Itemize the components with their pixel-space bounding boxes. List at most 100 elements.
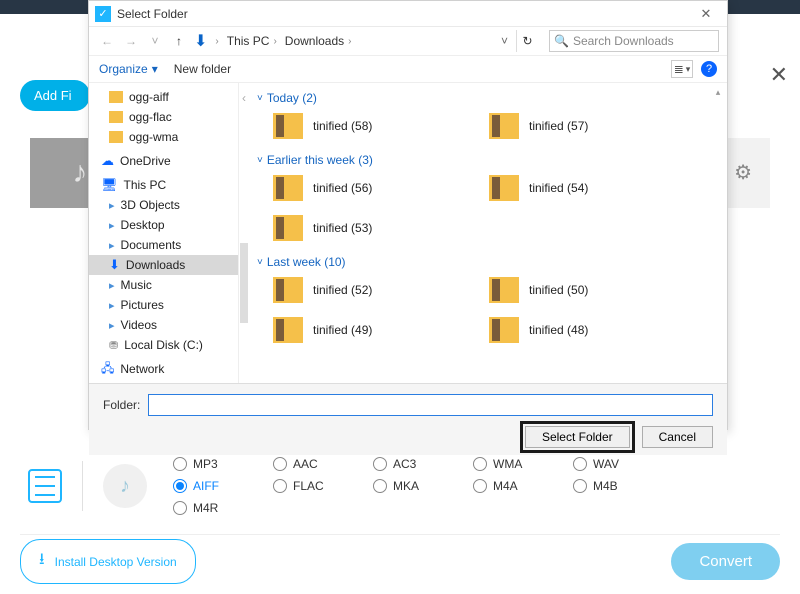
tree-item[interactable]: ▸Documents bbox=[89, 235, 238, 255]
tree-item[interactable]: 🖧Network bbox=[89, 359, 238, 379]
install-desktop-button[interactable]: ⭳ Install Desktop Version bbox=[20, 539, 196, 584]
format-option-m4b[interactable]: M4B bbox=[573, 479, 645, 493]
radio-icon bbox=[573, 479, 587, 493]
add-files-button[interactable]: Add Fi bbox=[20, 80, 90, 111]
folder-label: Folder: bbox=[103, 398, 140, 412]
radio-icon bbox=[573, 457, 587, 471]
help-icon[interactable]: ? bbox=[701, 61, 717, 77]
search-placeholder: Search Downloads bbox=[573, 34, 674, 48]
folder-name-input[interactable] bbox=[148, 394, 713, 416]
folder-item[interactable]: tinified (57) bbox=[489, 113, 689, 139]
format-option-ac3[interactable]: AC3 bbox=[373, 457, 445, 471]
tree-item[interactable]: ▸Music bbox=[89, 275, 238, 295]
nav-up-icon[interactable]: ↑ bbox=[169, 31, 189, 51]
radio-icon bbox=[473, 457, 487, 471]
folder-icon bbox=[489, 277, 519, 303]
refresh-icon[interactable]: ↻ bbox=[516, 30, 538, 52]
breadcrumb-seg[interactable]: Downloads› bbox=[281, 30, 356, 52]
path-dropdown-icon[interactable]: ˅ bbox=[501, 34, 508, 48]
group-header[interactable]: ˅ Earlier this week (3) bbox=[257, 153, 719, 167]
format-option-m4a[interactable]: M4A bbox=[473, 479, 545, 493]
tree-item[interactable]: ⬇Downloads bbox=[89, 255, 238, 275]
tree-item[interactable]: ▸3D Objects bbox=[89, 195, 238, 215]
select-folder-button[interactable]: Select Folder bbox=[525, 426, 630, 448]
folder-item[interactable]: tinified (52) bbox=[273, 277, 473, 303]
tree-item[interactable]: ▸Videos bbox=[89, 315, 238, 335]
format-option-aiff[interactable]: AIFF bbox=[173, 479, 245, 493]
radio-icon bbox=[173, 501, 187, 515]
select-folder-dialog: ✓ Select Folder ✕ ← → ˅ ↑ ⬇ › This PC› D… bbox=[88, 0, 728, 430]
app-logo-icon: ✓ bbox=[95, 6, 111, 22]
chevron-down-icon: ▾ bbox=[152, 62, 158, 76]
tree-item[interactable]: ▸Desktop bbox=[89, 215, 238, 235]
gear-icon[interactable]: ⚙ bbox=[734, 160, 752, 185]
view-options-button[interactable]: ≣▾ bbox=[671, 60, 693, 78]
folder-item[interactable]: tinified (58) bbox=[273, 113, 473, 139]
audio-mode-icon[interactable]: ♪ bbox=[103, 464, 147, 508]
tree-item[interactable]: ▸Pictures bbox=[89, 295, 238, 315]
scrollbar-thumb[interactable] bbox=[240, 243, 248, 323]
tree-item[interactable]: 🖥This PC bbox=[89, 175, 238, 195]
chevron-down-icon: ˅ bbox=[257, 155, 263, 166]
search-icon: 🔍 bbox=[554, 34, 569, 48]
folder-item[interactable]: tinified (54) bbox=[489, 175, 689, 201]
breadcrumb[interactable]: ⬇ › This PC› Downloads› ˅ ↻ bbox=[193, 30, 539, 52]
folder-icon bbox=[273, 277, 303, 303]
organize-menu[interactable]: Organize ▾ bbox=[99, 62, 158, 76]
folder-icon bbox=[273, 317, 303, 343]
search-input[interactable]: 🔍 Search Downloads bbox=[549, 30, 719, 52]
close-icon[interactable]: ✕ bbox=[770, 62, 788, 88]
titlebar: ✓ Select Folder ✕ bbox=[89, 1, 727, 27]
splitter[interactable]: ‹ bbox=[239, 83, 249, 383]
format-option-mp3[interactable]: MP3 bbox=[173, 457, 245, 471]
chevron-down-icon: ˅ bbox=[257, 257, 263, 268]
radio-icon bbox=[273, 479, 287, 493]
radio-icon bbox=[473, 479, 487, 493]
convert-button[interactable]: Convert bbox=[671, 543, 780, 580]
nav-history-icon[interactable]: ˅ bbox=[145, 31, 165, 51]
radio-icon bbox=[273, 457, 287, 471]
folder-icon bbox=[489, 113, 519, 139]
music-note-icon: ♪ bbox=[73, 156, 88, 190]
format-option-wma[interactable]: WMA bbox=[473, 457, 545, 471]
window-close-icon[interactable]: ✕ bbox=[691, 6, 721, 22]
new-folder-button[interactable]: New folder bbox=[174, 62, 231, 76]
radio-icon bbox=[373, 457, 387, 471]
folder-item[interactable]: tinified (49) bbox=[273, 317, 473, 343]
folder-item[interactable]: tinified (56) bbox=[273, 175, 473, 201]
tree-item[interactable]: ⛃Local Disk (C:) bbox=[89, 335, 238, 355]
format-option-wav[interactable]: WAV bbox=[573, 457, 645, 471]
folder-content[interactable]: ˅ Today (2) tinified (58) tinified (57) ˅ E… bbox=[249, 83, 727, 383]
tree-item[interactable]: ogg-aiff bbox=[89, 87, 238, 107]
folder-item[interactable]: tinified (50) bbox=[489, 277, 689, 303]
dialog-footer: Folder: Select Folder Cancel bbox=[89, 383, 727, 455]
chevron-down-icon: ˅ bbox=[257, 93, 263, 104]
folder-icon bbox=[489, 317, 519, 343]
breadcrumb-seg[interactable]: This PC› bbox=[223, 30, 281, 52]
group-header[interactable]: ˅ Last week (10) bbox=[257, 255, 719, 269]
video-mode-icon[interactable] bbox=[28, 469, 62, 503]
down-arrow-icon: ⬇ bbox=[194, 31, 207, 51]
cancel-button[interactable]: Cancel bbox=[642, 426, 713, 448]
folder-item[interactable]: tinified (48) bbox=[489, 317, 689, 343]
radio-icon bbox=[173, 457, 187, 471]
tree-item[interactable]: ogg-wma bbox=[89, 127, 238, 147]
nav-back-icon[interactable]: ← bbox=[97, 31, 117, 51]
format-option-mka[interactable]: MKA bbox=[373, 479, 445, 493]
toolbar: Organize ▾ New folder ≣▾ ? bbox=[89, 55, 727, 83]
format-option-flac[interactable]: FLAC bbox=[273, 479, 345, 493]
folder-tree[interactable]: ogg-aiffogg-flacogg-wma ☁OneDrive 🖥This PC… bbox=[89, 83, 239, 383]
folder-icon bbox=[273, 215, 303, 241]
group-header[interactable]: ˅ Today (2) bbox=[257, 91, 719, 105]
dialog-title: Select Folder bbox=[117, 7, 691, 21]
radio-icon bbox=[373, 479, 387, 493]
format-bar: ♪ MP3 AAC AC3 WMA WAV AIFF FLAC MKA M4A M4B M4R bbox=[28, 456, 772, 516]
format-option-m4r[interactable]: M4R bbox=[173, 501, 245, 515]
breadcrumb-seg[interactable]: › bbox=[207, 30, 222, 52]
tree-item[interactable]: ogg-flac bbox=[89, 107, 238, 127]
nav-forward-icon[interactable]: → bbox=[121, 31, 141, 51]
folder-item[interactable]: tinified (53) bbox=[273, 215, 473, 241]
format-option-aac[interactable]: AAC bbox=[273, 457, 345, 471]
scroll-up-icon[interactable]: ▴ bbox=[711, 87, 725, 107]
tree-item[interactable]: ☁OneDrive bbox=[89, 151, 238, 171]
